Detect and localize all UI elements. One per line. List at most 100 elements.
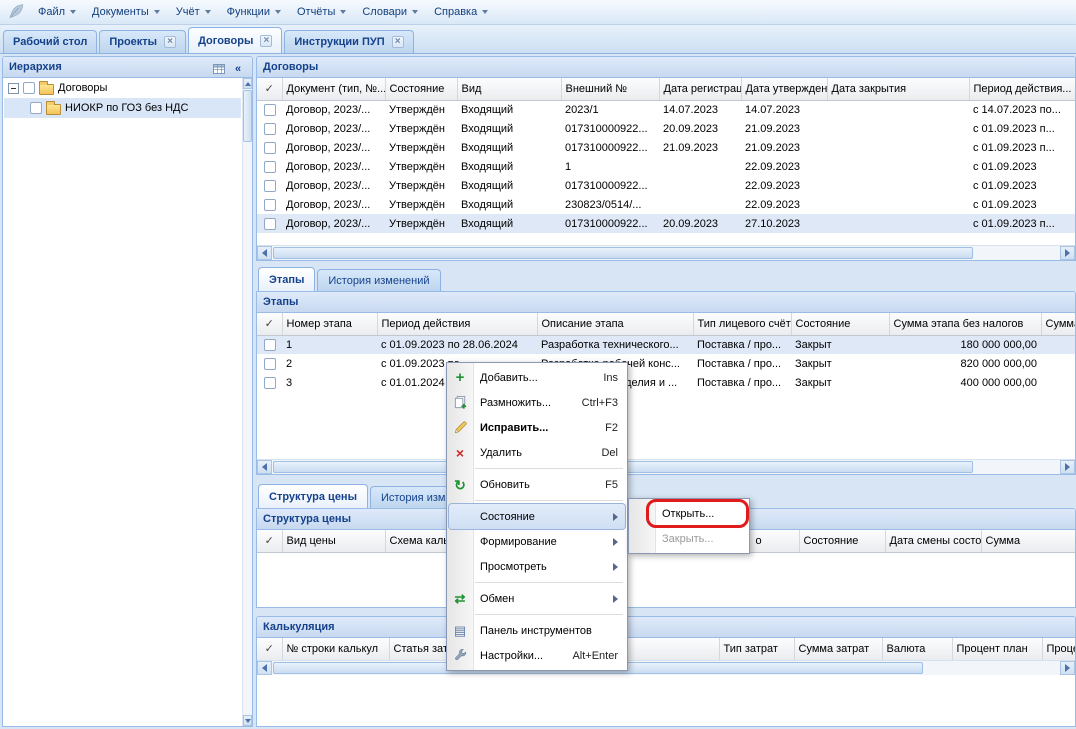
tab-stages[interactable]: Этапы [258,267,315,291]
column-header[interactable]: Дата утверждения [741,78,827,100]
menu-item-delete[interactable]: ×УдалитьDel [447,440,627,465]
tree-node-niokr[interactable]: НИОКР по ГОЗ без НДС [4,98,241,118]
menu-dictionaries[interactable]: Словари [354,2,426,22]
column-header[interactable]: № строки калькул [282,638,389,660]
horizontal-scrollbar[interactable] [257,660,1075,675]
column-header[interactable]: Сумма [981,530,1075,552]
column-header[interactable]: Состояние [791,313,889,335]
column-header-check[interactable]: ✓ [257,313,282,335]
table-row[interactable]: Договор, 2023/...УтверждёнВходящий230823… [257,195,1075,214]
menu-item-close[interactable]: Закрыть... [629,526,749,551]
tab-contracts[interactable]: Договоры× [188,27,282,53]
tab-pup-instructions[interactable]: Инструкции ПУП× [284,30,413,53]
row-checkbox[interactable] [264,180,276,192]
scroll-left-icon[interactable] [257,246,272,260]
column-header[interactable]: Внешний № [561,78,659,100]
column-header[interactable]: Дата закрытия [827,78,969,100]
scroll-left-icon[interactable] [257,661,272,675]
tree-node-contracts[interactable]: Договоры [4,78,241,98]
column-header[interactable]: Дата регистрации [659,78,741,100]
menu-item-formation[interactable]: Формирование [447,529,627,554]
row-checkbox[interactable] [264,199,276,211]
tab-price-structure[interactable]: Структура цены [258,484,368,508]
row-checkbox[interactable] [264,377,276,389]
tab-close-icon[interactable]: × [392,36,404,48]
column-header[interactable]: Тип лицевого счёт [693,313,791,335]
tab-close-icon[interactable]: × [164,36,176,48]
row-checkbox[interactable] [264,142,276,154]
column-header[interactable]: Состояние [385,78,457,100]
row-checkbox[interactable] [264,339,276,351]
column-header[interactable]: Сумма [1041,313,1075,335]
table-row-selected[interactable]: Договор, 2023/...УтверждёнВходящий017310… [257,214,1075,233]
scrollbar-thumb[interactable] [273,247,973,259]
column-header[interactable]: Состояние [799,530,885,552]
column-header[interactable]: Процент план [952,638,1042,660]
menu-item-settings[interactable]: Настройки...Alt+Enter [447,643,627,668]
tree-collapse-icon[interactable] [8,83,19,94]
tab-desktop[interactable]: Рабочий стол [3,30,97,53]
column-header[interactable]: Вид цены [282,530,385,552]
menu-item-state[interactable]: Состояние [449,504,625,529]
menu-functions[interactable]: Функции [219,2,289,22]
scrollbar-thumb[interactable] [243,90,252,142]
table-row[interactable]: Договор, 2023/...УтверждёнВходящий017310… [257,138,1075,157]
scroll-right-icon[interactable] [1060,661,1075,675]
menu-item-view[interactable]: Просмотреть [447,554,627,579]
scroll-right-icon[interactable] [1060,246,1075,260]
cell: с 01.09.2023 [969,157,1075,176]
vertical-scrollbar[interactable] [242,78,252,726]
tree-checkbox[interactable] [23,82,35,94]
column-header-check[interactable]: ✓ [257,78,282,100]
menu-item-refresh[interactable]: ↻ОбновитьF5 [447,472,627,497]
row-checkbox[interactable] [264,218,276,230]
menu-reports[interactable]: Отчёты [289,2,354,22]
menu-item-toolbar[interactable]: ▤Панель инструментов [447,618,627,643]
column-header[interactable]: Процент факт [1042,638,1075,660]
column-header[interactable]: Дата смены состоя [885,530,981,552]
scroll-down-icon[interactable] [243,715,252,726]
scroll-up-icon[interactable] [243,78,252,89]
menu-item-duplicate[interactable]: Размножить...Ctrl+F3 [447,390,627,415]
horizontal-scrollbar[interactable] [257,459,1075,474]
row-checkbox[interactable] [264,358,276,370]
tab-change-history[interactable]: История изменений [317,269,440,291]
menu-item-exchange[interactable]: ⇄Обмен [447,586,627,611]
row-checkbox[interactable] [264,123,276,135]
collapse-panel-icon[interactable]: « [230,61,246,76]
grid-icon[interactable] [211,61,227,76]
menu-documents[interactable]: Документы [84,2,168,22]
table-row[interactable]: 2с 01.09.2023 по ...Разработка рабочей к… [257,354,1075,373]
menu-accounting[interactable]: Учёт [168,2,219,22]
menu-item-add[interactable]: +Добавить...Ins [447,365,627,390]
column-header[interactable]: Сумма затрат [794,638,882,660]
tab-close-icon[interactable]: × [260,35,272,47]
row-checkbox[interactable] [264,161,276,173]
column-header[interactable]: Документ (тип, №... [282,78,385,100]
table-row[interactable]: 3с 01.01.2024 по ...Изготовление изделия… [257,373,1075,392]
column-header-check[interactable]: ✓ [257,638,282,660]
column-header-check[interactable]: ✓ [257,530,282,552]
table-row[interactable]: Договор, 2023/...УтверждёнВходящий122.09… [257,157,1075,176]
table-row[interactable]: Договор, 2023/...УтверждёнВходящий2023/1… [257,100,1075,119]
row-checkbox[interactable] [264,104,276,116]
menu-file[interactable]: Файл [30,2,84,22]
column-header[interactable]: Номер этапа [282,313,377,335]
scroll-left-icon[interactable] [257,460,272,474]
table-row[interactable]: Договор, 2023/...УтверждёнВходящий017310… [257,176,1075,195]
table-row-selected[interactable]: 1с 01.09.2023 по 28.06.2024Разработка те… [257,335,1075,354]
column-header[interactable]: Сумма этапа без налогов [889,313,1041,335]
horizontal-scrollbar[interactable] [257,245,1075,260]
table-row[interactable]: Договор, 2023/...УтверждёнВходящий017310… [257,119,1075,138]
menu-help[interactable]: Справка [426,2,496,22]
menu-item-edit[interactable]: Исправить...F2 [447,415,627,440]
column-header[interactable]: Тип затрат [719,638,794,660]
column-header[interactable]: Описание этапа [537,313,693,335]
scroll-right-icon[interactable] [1060,460,1075,474]
column-header[interactable]: Период действия [377,313,537,335]
column-header[interactable]: Период действия... [969,78,1075,100]
column-header[interactable]: Вид [457,78,561,100]
tree-checkbox[interactable] [30,102,42,114]
tab-projects[interactable]: Проекты× [99,30,186,53]
column-header[interactable]: Валюта [882,638,952,660]
